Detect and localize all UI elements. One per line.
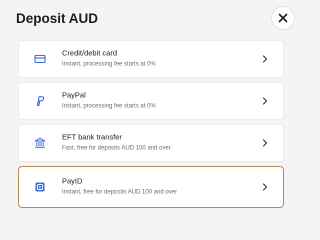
close-icon (278, 13, 288, 23)
deposit-dialog: Deposit AUD Credit/debit card Instant, p… (0, 0, 300, 219)
option-label: EFT bank transfer (62, 132, 122, 142)
option-label: PayPal (62, 90, 86, 100)
chevron-right-icon (261, 183, 269, 191)
option-description: Instant, free for deposits AUD 100 and o… (62, 189, 178, 196)
option-credit-debit-card[interactable]: Credit/debit card Instant, processing fe… (18, 40, 284, 78)
option-paypal[interactable]: PayPal Instant, processing fee starts at… (18, 82, 284, 120)
chevron-right-icon (261, 55, 269, 63)
chevron-right-icon (261, 97, 269, 105)
option-eft-bank-transfer[interactable]: EFT bank transfer Fast, free for deposit… (18, 124, 284, 162)
dialog-title: Deposit AUD (16, 11, 99, 26)
close-button[interactable] (272, 7, 294, 29)
option-description: Instant, processing fee starts at 0% (62, 103, 156, 110)
bank-icon (34, 137, 46, 149)
option-payid[interactable]: PayID Instant, free for deposits AUD 100… (18, 166, 284, 208)
payid-icon (34, 181, 46, 193)
option-description: Instant, processing fee starts at 0% (62, 61, 156, 68)
paypal-icon (34, 95, 46, 107)
option-label: PayID (62, 176, 83, 186)
option-description: Fast, free for deposits AUD 100 and over (62, 145, 171, 152)
credit-card-icon (34, 53, 46, 65)
option-label: Credit/debit card (62, 48, 118, 58)
chevron-right-icon (261, 139, 269, 147)
